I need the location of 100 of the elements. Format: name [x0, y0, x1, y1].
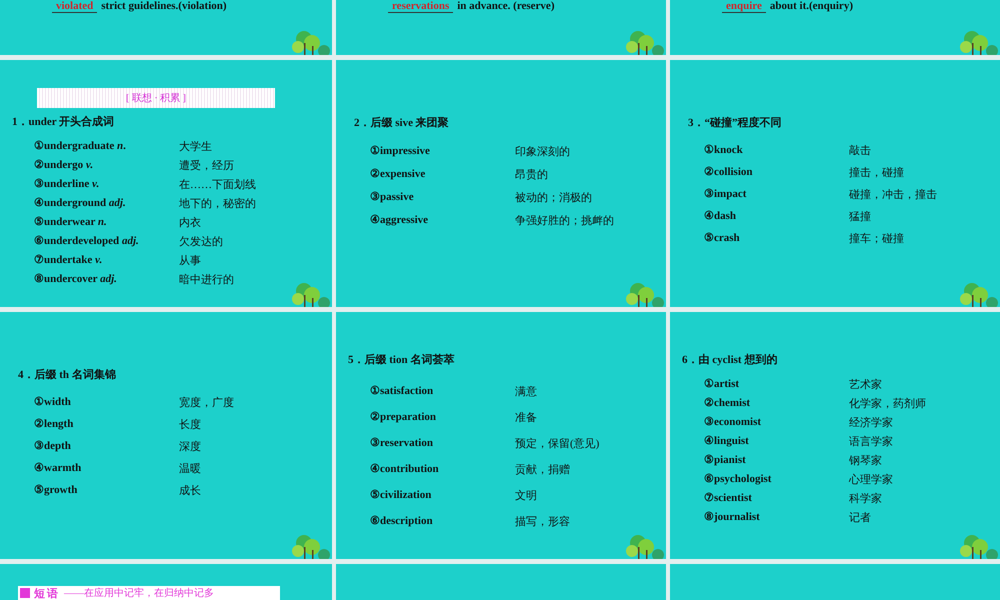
vocabulary-word: ④underground adj. — [34, 196, 127, 211]
vocabulary-word: ⑧journalist — [704, 510, 761, 525]
vocabulary-word: ④aggressive — [370, 213, 430, 228]
word-meaning: 地下的，秘密的 — [179, 196, 257, 211]
word-meaning: 敲击 — [849, 144, 872, 158]
word-meaning: 昂贵的 — [515, 168, 549, 182]
sentence-text: in advance. (reserve) — [457, 0, 554, 12]
word-meaning: 化学家，药剂师 — [849, 396, 927, 411]
vocabulary-word: ②preparation — [370, 410, 438, 425]
word-meaning: 艺术家 — [849, 378, 883, 392]
vocabulary-word: ④warmth — [34, 461, 82, 476]
word-meaning: 经济学家 — [849, 416, 894, 430]
word-meaning: 钢琴家 — [849, 454, 883, 468]
word-meaning: 欠发达的 — [179, 235, 224, 249]
vocabulary-word: ②expensive — [370, 167, 426, 182]
vocabulary-word: ⑧undercover adj. — [34, 272, 118, 287]
vocabulary-word: ⑥description — [370, 514, 434, 529]
vocabulary-word: ②length — [34, 417, 74, 432]
slide-thumbnail[interactable]: violated strict guidelines.(violation) — [0, 0, 332, 55]
slide-thumbnail[interactable]: [ 联想 · 积累 ] 1．under 开头合成词 ①undergraduate n. 大学生 ②undergo v. 遭受，经历 ③underline v. 在……下面划线 ④underground adj. 地下的，秘密的 ⑤underwear n. 内衣 ⑥underdeveloped adj. 欠发达的 ⑦undertake v. 从事 ⑧undercover adj. 暗中进行的 — [0, 60, 332, 307]
word-meaning: 印象深刻的 — [515, 144, 571, 159]
section-banner: [ 联想 · 积累 ] — [37, 88, 275, 108]
vocabulary-word: ③depth — [34, 439, 72, 454]
slide-heading: 3．“碰撞”程度不同 — [688, 116, 782, 130]
vocabulary-word: ④linguist — [704, 434, 750, 449]
word-meaning: 猛撞 — [849, 210, 872, 224]
vocabulary-word: ⑤growth — [34, 483, 78, 498]
slide-thumbnail[interactable]: 4．后缀 th 名词集锦 ①width 宽度，广度 ②length 长度 ③depth 深度 ④warmth 温暖 ⑤growth 成长 — [0, 312, 332, 559]
vocabulary-word: ⑤pianist — [704, 453, 747, 468]
slide-heading: 6．由 cyclist 想到的 — [682, 352, 778, 367]
vocabulary-word: ⑦scientist — [704, 491, 753, 506]
vocabulary-word: ④contribution — [370, 462, 440, 477]
vocabulary-word: ①undergraduate n. — [34, 139, 127, 154]
vocabulary-word: ③passive — [370, 190, 415, 205]
slide-thumbnail[interactable] — [336, 564, 666, 600]
slide-thumbnail[interactable]: 6．由 cyclist 想到的 ①artist 艺术家 ②chemist 化学家，药剂师 ③economist 经济学家 ④linguist 语言学家 ⑤pianist 钢琴家 ⑥psychologist 心理学家 ⑦scientist 科学家 ⑧journalist 记者 — [670, 312, 1000, 559]
word-meaning: 宽度，广度 — [179, 396, 235, 410]
slide-thumbnail[interactable]: enquire about it.(enquiry) — [670, 0, 1000, 55]
sentence-text: about it.(enquiry) — [770, 0, 853, 12]
word-meaning: 碰撞，冲击，撞击 — [849, 188, 938, 202]
answer-text: reservations — [388, 0, 454, 13]
vocabulary-word: ②collision — [704, 165, 754, 180]
word-meaning: 满意 — [515, 385, 538, 399]
slide-thumbnail[interactable]: reservations in advance. (reserve) — [336, 0, 666, 55]
word-meaning: 内衣 — [179, 216, 202, 230]
word-meaning: 大学生 — [179, 140, 213, 154]
word-meaning: 预定，保留(意见) — [515, 436, 600, 451]
word-meaning: 准备 — [515, 411, 538, 425]
vocabulary-word: ⑥underdeveloped adj. — [34, 234, 140, 249]
word-meaning: 撞击，碰撞 — [849, 166, 905, 180]
word-meaning: 遭受，经历 — [179, 158, 235, 173]
word-meaning: 暗中进行的 — [179, 272, 235, 287]
vocabulary-word: ①width — [34, 395, 72, 410]
vocabulary-word: ⑦undertake v. — [34, 253, 104, 268]
vocabulary-word: ④dash — [704, 209, 738, 224]
vocabulary-word: ⑤civilization — [370, 488, 432, 503]
word-meaning: 争强好胜的；挑衅的 — [515, 214, 615, 228]
word-meaning: 描写，形容 — [515, 514, 571, 529]
word-meaning: 语言学家 — [849, 434, 894, 449]
vocabulary-word: ②chemist — [704, 396, 752, 411]
word-meaning: 撞车；碰撞 — [849, 232, 905, 246]
square-icon — [20, 588, 30, 598]
vocabulary-word: ⑤underwear n. — [34, 215, 108, 230]
word-meaning: 文明 — [515, 488, 538, 503]
vocabulary-word: ③reservation — [370, 436, 434, 451]
word-meaning: 记者 — [849, 511, 872, 525]
vocabulary-word: ①knock — [704, 143, 744, 158]
vocabulary-word: ①artist — [704, 377, 740, 392]
word-meaning: 心理学家 — [849, 472, 894, 487]
word-meaning: 在……下面划线 — [179, 178, 257, 192]
section-title: 短语 — [34, 586, 60, 600]
answer-text: violated — [52, 0, 98, 13]
vocabulary-word: ①satisfaction — [370, 384, 434, 399]
vocabulary-word: ①impressive — [370, 144, 431, 159]
vocabulary-word: ②undergo v. — [34, 158, 94, 173]
answer-text: enquire — [722, 0, 766, 13]
section-subtitle: ——在应用中记牢，在归纳中记多 — [64, 586, 214, 600]
word-meaning: 贡献，捐赠 — [515, 462, 571, 477]
vocabulary-word: ⑥psychologist — [704, 472, 772, 487]
word-meaning: 科学家 — [849, 492, 883, 506]
slide-heading: 5．后缀 tion 名词荟萃 — [348, 352, 456, 367]
slide-heading: 2．后缀 sive 来团聚 — [354, 116, 450, 130]
slide-thumbnail[interactable]: 5．后缀 tion 名词荟萃 ①satisfaction 满意 ②preparation 准备 ③reservation 预定，保留(意见) ④contribution 贡献，捐赠 ⑤civilization 文明 ⑥description 描写，形容 — [336, 312, 666, 559]
word-meaning: 长度 — [179, 418, 202, 432]
slide-thumbnail[interactable]: 2．后缀 sive 来团聚 ①impressive 印象深刻的 ②expensive 昂贵的 ③passive 被动的；消极的 ④aggressive 争强好胜的；挑衅的 — [336, 60, 666, 307]
slide-heading: 1．under 开头合成词 — [12, 114, 116, 129]
slide-thumbnail[interactable] — [670, 564, 1000, 600]
word-meaning: 被动的；消极的 — [515, 191, 593, 205]
vocabulary-word: ⑤crash — [704, 231, 741, 246]
vocabulary-word: ③economist — [704, 415, 762, 430]
slide-thumbnail[interactable]: 短语 ——在应用中记牢，在归纳中记多 — [0, 564, 332, 600]
word-meaning: 温暖 — [179, 462, 202, 476]
slide-heading: 4．后缀 th 名词集锦 — [18, 368, 117, 382]
word-meaning: 成长 — [179, 484, 202, 498]
vocabulary-word: ③impact — [704, 187, 748, 202]
slide-thumbnail[interactable]: 3．“碰撞”程度不同 ①knock 敲击 ②collision 撞击，碰撞 ③impact 碰撞，冲击，撞击 ④dash 猛撞 ⑤crash 撞车；碰撞 — [670, 60, 1000, 307]
vocabulary-word: ③underline v. — [34, 177, 100, 192]
sentence-text: strict guidelines.(violation) — [101, 0, 227, 12]
word-meaning: 深度 — [179, 440, 202, 454]
word-meaning: 从事 — [179, 254, 202, 268]
